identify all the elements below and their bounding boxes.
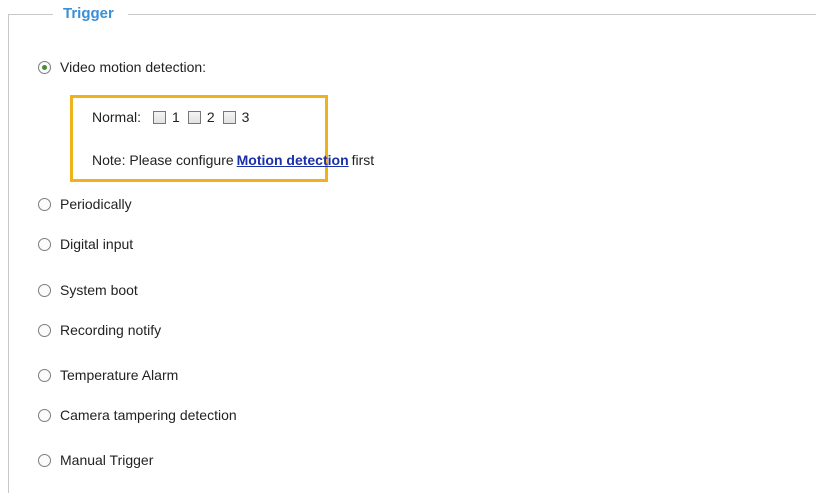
window-1-checkbox[interactable] [153,110,167,124]
window-number: 2 [206,109,215,125]
trigger-option-periodically[interactable]: Periodically [38,194,132,214]
option-label: Recording notify [60,322,162,338]
fieldset-border-top [128,14,816,15]
radio-button[interactable] [38,60,51,74]
option-label: Video motion detection: [60,59,207,75]
radio-button[interactable] [38,237,51,251]
normal-label: Normal: [92,109,142,125]
radio-button[interactable] [38,323,51,337]
trigger-option-system-boot[interactable]: System boot [38,280,138,300]
option-label: Camera tampering detection [60,407,237,423]
window-number: 3 [241,109,250,125]
radio-button[interactable] [38,453,51,467]
option-label: Digital input [60,236,134,252]
note-text: first [351,152,375,168]
trigger-option-manual-trigger[interactable]: Manual Trigger [38,450,153,470]
window-3-checkbox[interactable] [222,110,236,124]
radio-button[interactable] [38,368,51,382]
trigger-option-temperature-alarm[interactable]: Temperature Alarm [38,365,178,385]
radio-button[interactable] [38,408,51,422]
window-2-checkbox[interactable] [187,110,201,124]
motion-window-row: Normal: 1 2 3 [92,107,257,127]
radio-button[interactable] [38,283,51,297]
radio-button[interactable] [38,197,51,211]
option-label: Manual Trigger [60,452,154,468]
fieldset-border-left [8,14,9,493]
option-label: Periodically [60,196,132,212]
trigger-panel: Trigger Video motion detection: Normal: … [0,0,816,493]
trigger-option-video-motion[interactable]: Video motion detection: [38,57,206,77]
trigger-option-digital-input[interactable]: Digital input [38,234,133,254]
motion-detection-link[interactable]: Motion detection [237,152,349,168]
window-number: 1 [172,109,180,125]
trigger-option-recording-notify[interactable]: Recording notify [38,320,161,340]
option-label: Temperature Alarm [60,367,179,383]
motion-note: Note: Please configure Motion detection … [92,150,374,170]
note-text: Note: Please configure [92,152,234,168]
option-label: System boot [60,282,138,298]
section-legend: Trigger [59,5,118,22]
trigger-option-camera-tampering[interactable]: Camera tampering detection [38,405,237,425]
fieldset-border-top [8,14,53,15]
